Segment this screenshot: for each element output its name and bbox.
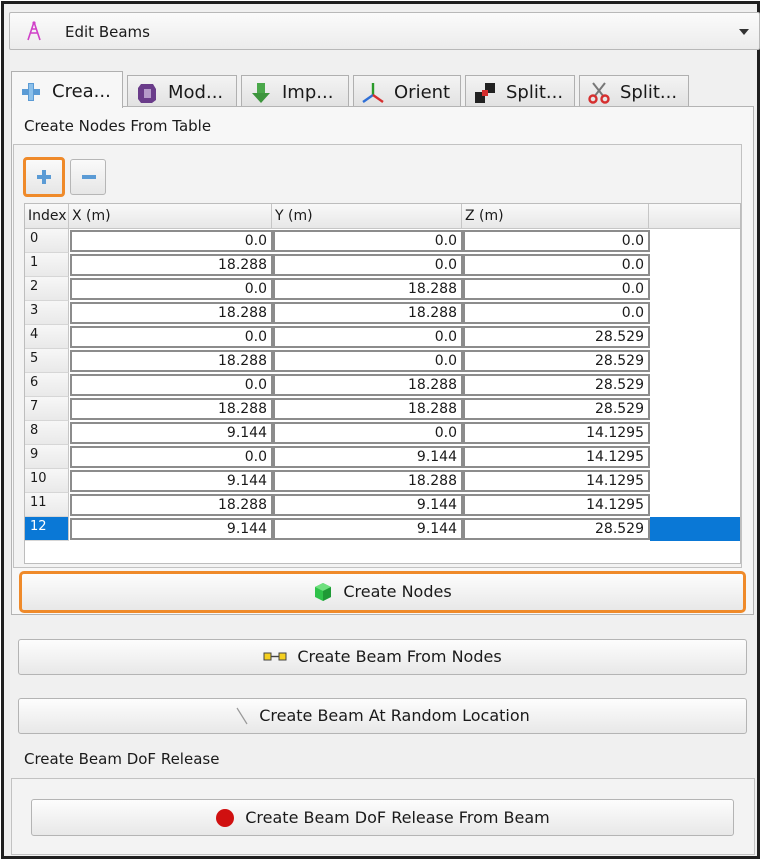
tab-modify[interactable]: Mod... (127, 75, 237, 107)
row-header[interactable]: 8 (25, 421, 69, 445)
table-cell-x[interactable]: 9.144 (70, 470, 273, 492)
table-cell-x[interactable]: 0.0 (70, 230, 273, 252)
red-dot-icon (216, 808, 235, 827)
table-cell-z[interactable]: 28.529 (463, 350, 650, 372)
table-cell-z[interactable]: 14.1295 (463, 494, 650, 516)
row-header[interactable]: 1 (25, 253, 69, 277)
tab-modify-label: Mod... (168, 82, 224, 103)
line-icon (236, 707, 248, 725)
create-beam-random-button[interactable]: Create Beam At Random Location (18, 698, 747, 734)
tab-create[interactable]: Crea... (11, 71, 123, 108)
chevron-down-icon[interactable] (739, 29, 749, 35)
table-cell-z[interactable]: 0.0 (463, 230, 650, 252)
table-cell-y[interactable]: 0.0 (273, 326, 463, 348)
editor-select-label: Edit Beams (65, 23, 150, 41)
table-cell-z[interactable]: 0.0 (463, 278, 650, 300)
table-cell-z[interactable]: 14.1295 (463, 470, 650, 492)
plus-icon (22, 83, 40, 101)
tab-import-label: Imp... (282, 82, 334, 103)
table-cell-z[interactable]: 28.529 (463, 398, 650, 420)
table-cell-y[interactable]: 18.288 (273, 374, 463, 396)
scissors-icon (588, 82, 610, 104)
tab-split-2-label: Split... (620, 82, 678, 103)
add-row-button[interactable] (23, 157, 65, 197)
split-icon (475, 83, 495, 103)
table-cell-z[interactable]: 14.1295 (463, 446, 650, 468)
table-cell-y[interactable]: 18.288 (273, 398, 463, 420)
selected-row-highlight (650, 517, 740, 541)
beam-nodes-icon (263, 652, 287, 661)
nodes-table[interactable]: Index X (m) Y (m) Z (m) 0 0.0 0.0 0.0 1 18.28… (24, 203, 741, 564)
table-cell-x[interactable]: 18.288 (70, 302, 273, 324)
minus-icon (82, 175, 96, 179)
table-cell-x[interactable]: 18.288 (70, 350, 273, 372)
table-cell-y[interactable]: 0.0 (273, 254, 463, 276)
create-dof-release-button[interactable]: Create Beam DoF Release From Beam (31, 799, 734, 836)
column-header-x[interactable]: X (m) (69, 204, 272, 228)
tab-import[interactable]: Imp... (241, 75, 349, 107)
table-cell-y[interactable]: 18.288 (273, 470, 463, 492)
table-cell-y[interactable]: 9.144 (273, 446, 463, 468)
row-header[interactable]: 3 (25, 301, 69, 325)
table-cell-x[interactable]: 0.0 (70, 374, 273, 396)
cube-icon (315, 583, 332, 601)
section-title: Create Nodes From Table (24, 117, 212, 135)
tab-split-1-label: Split... (506, 82, 564, 103)
axes-icon (362, 83, 384, 103)
table-cell-y[interactable]: 18.288 (273, 278, 463, 300)
table-cell-x[interactable]: 18.288 (70, 254, 273, 276)
table-cell-z[interactable]: 0.0 (463, 254, 650, 276)
row-header[interactable]: 5 (25, 349, 69, 373)
column-header-index[interactable]: Index (25, 204, 69, 228)
table-cell-z[interactable]: 0.0 (463, 302, 650, 324)
table-cell-y[interactable]: 9.144 (273, 518, 463, 540)
create-nodes-label: Create Nodes (343, 582, 452, 601)
create-beam-random-label: Create Beam At Random Location (259, 706, 530, 725)
dof-section-title: Create Beam DoF Release (24, 750, 220, 768)
import-icon (252, 83, 270, 103)
table-cell-z[interactable]: 28.529 (463, 326, 650, 348)
row-header[interactable]: 9 (25, 445, 69, 469)
table-cell-x[interactable]: 0.0 (70, 446, 273, 468)
table-cell-y[interactable]: 0.0 (273, 350, 463, 372)
table-cell-y[interactable]: 18.288 (273, 302, 463, 324)
table-cell-y[interactable]: 9.144 (273, 494, 463, 516)
create-nodes-button[interactable]: Create Nodes (19, 571, 746, 613)
column-header-y[interactable]: Y (m) (272, 204, 462, 228)
remove-row-button[interactable] (70, 159, 106, 195)
row-header[interactable]: 10 (25, 469, 69, 493)
table-header: Index X (m) Y (m) Z (m) (25, 204, 740, 229)
table-cell-x[interactable]: 9.144 (70, 422, 273, 444)
row-header[interactable]: 6 (25, 373, 69, 397)
tab-split-2[interactable]: Split... (579, 75, 689, 107)
column-header-z[interactable]: Z (m) (462, 204, 649, 228)
create-beam-from-nodes-button[interactable]: Create Beam From Nodes (18, 639, 747, 675)
table-cell-x[interactable]: 0.0 (70, 326, 273, 348)
table-cell-y[interactable]: 0.0 (273, 230, 463, 252)
tab-orient[interactable]: Orient (353, 75, 461, 107)
row-header[interactable]: 11 (25, 493, 69, 517)
table-cell-z[interactable]: 14.1295 (463, 422, 650, 444)
table-cell-z[interactable]: 28.529 (463, 374, 650, 396)
table-cell-z[interactable]: 28.529 (463, 518, 650, 540)
modify-icon (138, 84, 156, 103)
create-beam-from-nodes-label: Create Beam From Nodes (297, 647, 502, 666)
row-header[interactable]: 4 (25, 325, 69, 349)
table-cell-x[interactable]: 18.288 (70, 494, 273, 516)
plus-icon (37, 170, 51, 184)
table-cell-x[interactable]: 18.288 (70, 398, 273, 420)
table-cell-x[interactable]: 0.0 (70, 278, 273, 300)
beam-editor-icon (27, 21, 41, 41)
row-header[interactable]: 0 (25, 229, 69, 253)
row-header[interactable]: 2 (25, 277, 69, 301)
table-cell-y[interactable]: 0.0 (273, 422, 463, 444)
tab-create-label: Crea... (52, 81, 111, 102)
tab-orient-label: Orient (394, 82, 451, 103)
row-header[interactable]: 12 (25, 517, 69, 541)
tab-split-1[interactable]: Split... (465, 75, 575, 107)
editor-select[interactable]: Edit Beams (9, 12, 760, 50)
create-dof-release-label: Create Beam DoF Release From Beam (245, 808, 550, 827)
row-header[interactable]: 7 (25, 397, 69, 421)
table-cell-x[interactable]: 9.144 (70, 518, 273, 540)
